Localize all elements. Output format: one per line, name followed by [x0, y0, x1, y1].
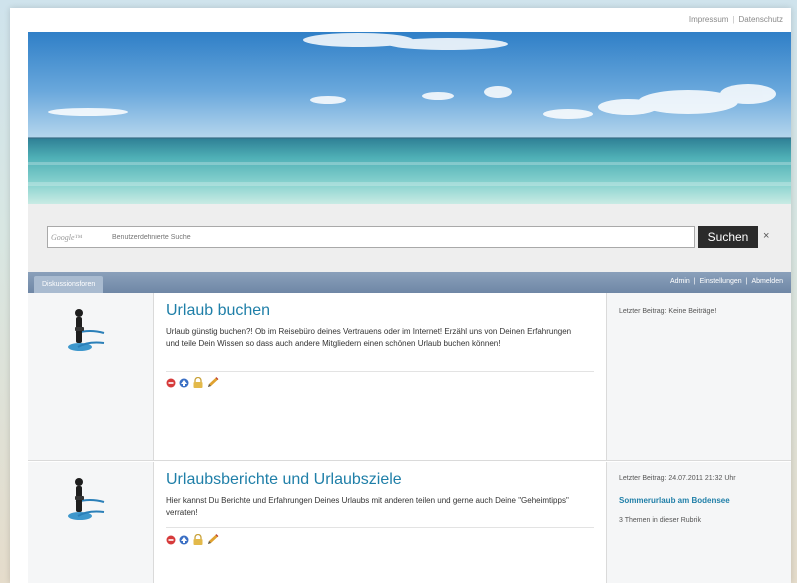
- last-post-cell: Letzter Beitrag: 24.07.2011 21:32 Uhr So…: [606, 462, 791, 583]
- search-bar: Google™ Suchen ×: [28, 204, 791, 272]
- divider: [166, 527, 594, 528]
- top-links: Impressum | Datenschutz: [689, 15, 783, 24]
- forum-actions: [166, 534, 220, 545]
- einstellungen-link[interactable]: Einstellungen: [700, 278, 742, 285]
- last-post-cell: Letzter Beitrag: Keine Beiträge!: [606, 293, 791, 460]
- separator: |: [693, 278, 696, 285]
- nav-bar: Diskussionsforen Admin | Einstellungen | Abm…: [28, 272, 791, 293]
- last-post-info: Letzter Beitrag: 24.07.2011 21:32 Uhr: [619, 475, 736, 482]
- search-button[interactable]: Suchen: [698, 226, 758, 248]
- separator: |: [732, 15, 735, 24]
- lock-icon[interactable]: [192, 377, 204, 388]
- impressum-link[interactable]: Impressum: [689, 15, 729, 24]
- edit-icon[interactable]: [207, 534, 220, 545]
- delete-icon[interactable]: [166, 378, 176, 388]
- divider: [166, 371, 594, 372]
- search-input[interactable]: [47, 226, 695, 248]
- forum-icon-cell: [28, 462, 154, 583]
- clear-search-icon[interactable]: ×: [763, 230, 769, 242]
- forum-description: Urlaub günstig buchen?! Ob im Reisebüro …: [166, 327, 572, 348]
- forum-main-cell: Urlaub buchen Urlaub günstig buchen?! Ob…: [154, 293, 606, 460]
- forum-title[interactable]: Urlaubsberichte und Urlaubsziele: [166, 471, 402, 489]
- forum-list: Urlaub buchen Urlaub günstig buchen?! Ob…: [28, 293, 791, 583]
- forum-figure-icon: [68, 478, 105, 520]
- forum-description: Hier kannst Du Berichte und Erfahrungen …: [166, 496, 569, 517]
- forum-actions: [166, 377, 220, 388]
- edit-icon[interactable]: [207, 377, 220, 388]
- move-up-icon[interactable]: [179, 535, 189, 545]
- forum-row: Urlaub buchen Urlaub günstig buchen?! Ob…: [28, 293, 791, 461]
- forum-main-cell: Urlaubsberichte und Urlaubsziele Hier ka…: [154, 462, 606, 583]
- forum-icon-cell: [28, 293, 154, 460]
- datenschutz-link[interactable]: Datenschutz: [739, 15, 783, 24]
- delete-icon[interactable]: [166, 535, 176, 545]
- lock-icon[interactable]: [192, 534, 204, 545]
- admin-link[interactable]: Admin: [670, 278, 690, 285]
- separator: |: [745, 278, 748, 285]
- forum-title[interactable]: Urlaub buchen: [166, 302, 270, 320]
- forum-row: Urlaubsberichte und Urlaubsziele Hier ka…: [28, 462, 791, 583]
- topic-count: 3 Themen in dieser Rubrik: [619, 517, 701, 524]
- last-topic-link[interactable]: Sommerurlaub am Bodensee: [619, 496, 730, 505]
- header-banner: [28, 32, 791, 204]
- abmelden-link[interactable]: Abmelden: [751, 278, 783, 285]
- move-up-icon[interactable]: [179, 378, 189, 388]
- last-post-info: Letzter Beitrag: Keine Beiträge!: [619, 308, 717, 315]
- tab-diskussionsforen[interactable]: Diskussionsforen: [34, 276, 104, 293]
- user-menu: Admin | Einstellungen | Abmelden: [670, 278, 783, 285]
- page-container: Impressum | Datenschutz Benutzerdefinier…: [10, 8, 791, 583]
- forum-figure-icon: [68, 309, 105, 351]
- google-logo: Google™: [51, 233, 83, 242]
